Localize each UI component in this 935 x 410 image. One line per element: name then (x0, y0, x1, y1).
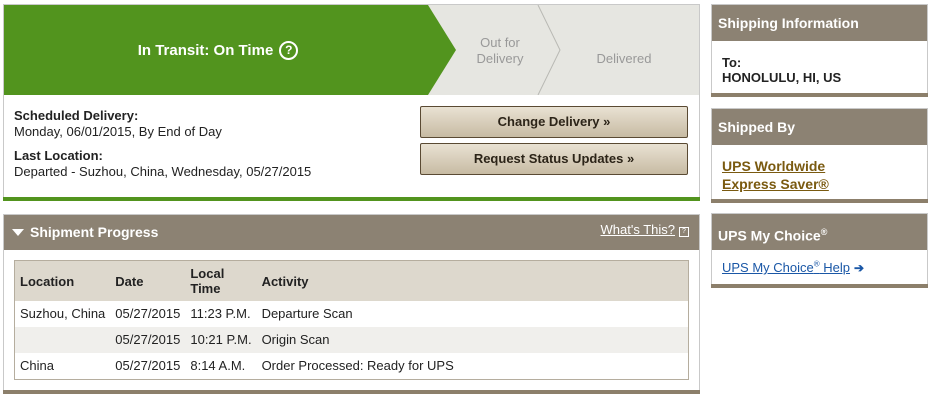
ups-my-choice-box: UPS My Choice® UPS My Choice® Help ➔ (711, 213, 928, 288)
request-status-updates-button[interactable]: Request Status Updates » (420, 143, 688, 175)
change-delivery-button[interactable]: Change Delivery » (420, 106, 688, 138)
divider (711, 199, 928, 203)
cell-date: 05/27/2015 (115, 358, 181, 373)
to-label: To: (722, 55, 742, 70)
arrow-right-icon[interactable]: ➔ (854, 261, 864, 275)
table-row: Suzhou, China 05/27/2015 11:23 P.M. Depa… (15, 301, 689, 327)
table-header-row: Location Date Local Time Activity (14, 260, 689, 301)
shipping-information-title: Shipping Information (712, 5, 927, 41)
scheduled-delivery-label: Scheduled Delivery: (14, 108, 139, 123)
help-link-suffix[interactable]: Help (820, 260, 850, 275)
column-header-date: Date (110, 260, 186, 301)
cell-time: 8:14 A.M. (190, 358, 246, 373)
stage-in-transit-label: In Transit: On Time (137, 41, 274, 59)
divider (711, 93, 928, 97)
cell-date: 05/27/2015 (110, 327, 186, 353)
cell-time: 10:21 P.M. (185, 327, 257, 353)
scheduled-delivery-value: Monday, 06/01/2015, By End of Day (14, 124, 222, 139)
shipment-progress-title: Shipment Progress (30, 224, 159, 240)
ups-my-choice-help: UPS My Choice® Help ➔ (712, 250, 927, 283)
shipped-by-title: Shipped By (712, 109, 927, 145)
cell-activity: Order Processed: Ready for UPS (261, 358, 454, 373)
stage-out-for-delivery: Out for Delivery (476, 35, 524, 66)
cell-date: 05/27/2015 (115, 306, 181, 321)
cell-time: 11:23 P.M. (190, 306, 251, 321)
delivery-status-panel: In Transit: On Time ? Out for Delivery D… (3, 4, 700, 201)
collapse-triangle-icon[interactable] (12, 229, 24, 236)
column-header-location: Location (14, 260, 111, 301)
to-value: HONOLULU, HI, US (722, 70, 842, 85)
registered-mark: ® (820, 227, 828, 237)
cell-location: China (20, 358, 54, 373)
column-header-local-time: Local Time (185, 260, 257, 301)
scheduled-delivery: Scheduled Delivery: Monday, 06/01/2015, … (14, 108, 222, 140)
divider (3, 390, 700, 394)
table-row: China 05/27/2015 8:14 A.M. Order Process… (15, 353, 689, 380)
help-link-text[interactable]: UPS My Choice (722, 260, 814, 275)
shipment-progress-panel: Shipment Progress What's This?? Location… (3, 214, 700, 394)
cell-location: Suzhou, China (20, 306, 106, 321)
ups-my-choice-title: UPS My Choice® (712, 214, 927, 250)
whats-this-link[interactable]: What's This?? (601, 222, 689, 237)
divider (711, 284, 928, 288)
table-row: 05/27/2015 10:21 P.M. Origin Scan (14, 327, 689, 353)
shipped-by-box: Shipped By UPS Worldwide Express Saver® (711, 108, 928, 203)
service-name-line2[interactable]: Express Saver® (722, 175, 917, 193)
stage-in-transit: In Transit: On Time ? (4, 5, 432, 95)
shipping-destination: To: HONOLULU, HI, US (712, 41, 927, 93)
cell-activity: Origin Scan (256, 327, 689, 353)
divider (3, 197, 700, 201)
help-icon[interactable]: ? (279, 40, 299, 60)
shipping-service-link[interactable]: UPS Worldwide Express Saver® (712, 145, 927, 201)
ups-my-choice-help-link[interactable]: UPS My Choice® Help (722, 260, 850, 275)
cell-activity: Departure Scan (261, 306, 353, 321)
help-icon[interactable]: ? (679, 227, 689, 237)
shipping-information-box: Shipping Information To: HONOLULU, HI, U… (711, 4, 928, 97)
stage-delivered: Delivered (596, 51, 652, 66)
shipment-progress-header[interactable]: Shipment Progress What's This?? (4, 215, 699, 250)
cell-location (14, 327, 111, 353)
shipment-progress-table: Location Date Local Time Activity Suzhou… (14, 260, 689, 380)
service-name-line1[interactable]: UPS Worldwide (722, 153, 917, 175)
last-location-label: Last Location: (14, 148, 103, 163)
ups-my-choice-title-text: UPS My Choice (718, 227, 821, 244)
column-header-activity: Activity (256, 260, 689, 301)
whats-this-label[interactable]: What's This? (601, 222, 676, 237)
last-location: Last Location: Departed - Suzhou, China,… (14, 148, 311, 180)
last-location-value: Departed - Suzhou, China, Wednesday, 05/… (14, 164, 312, 179)
